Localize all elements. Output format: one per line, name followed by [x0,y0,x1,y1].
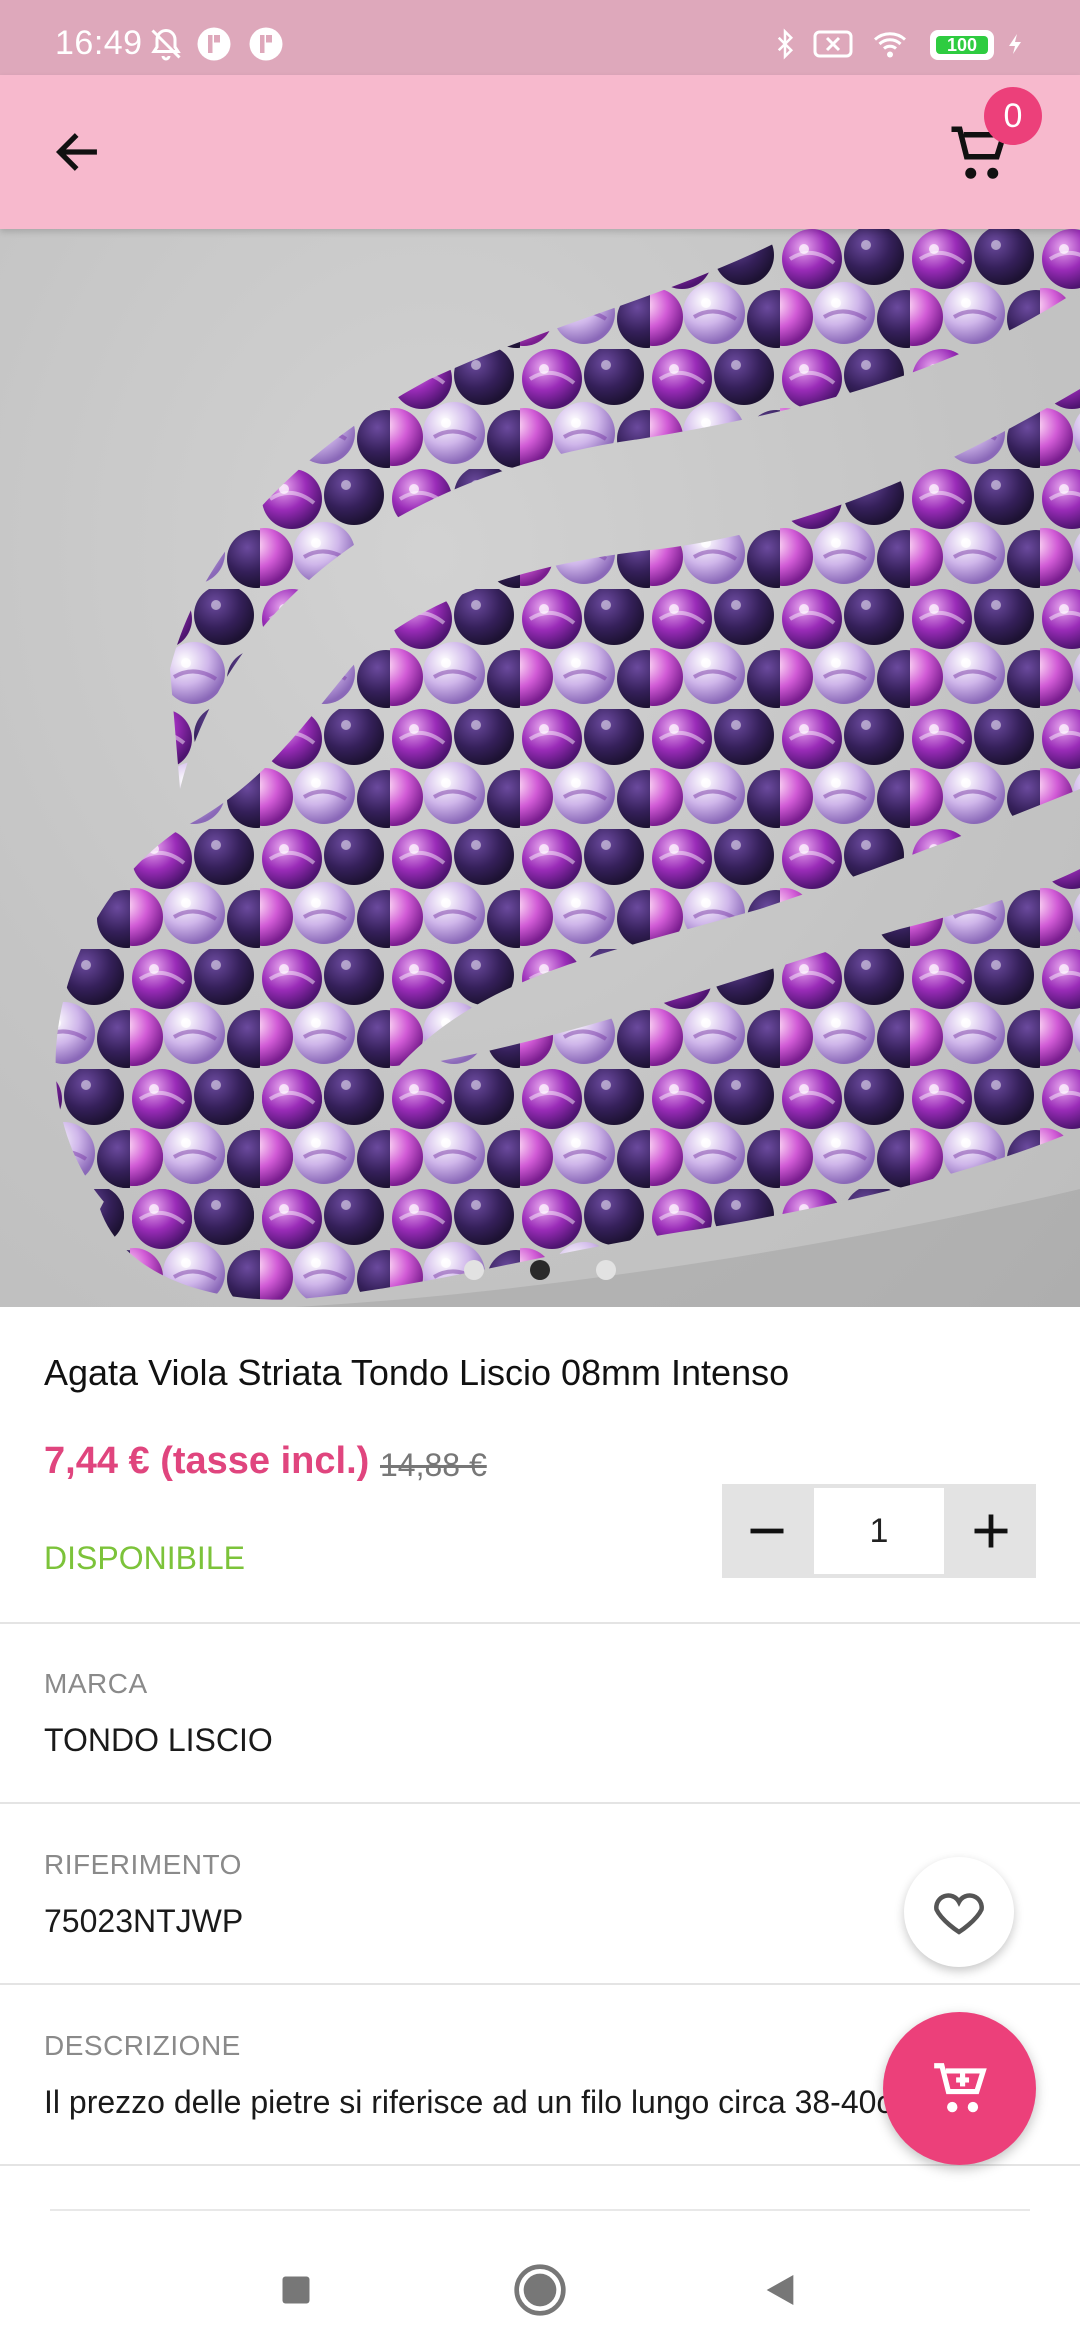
home-icon [514,2264,566,2316]
add-to-cart-button[interactable] [883,2012,1036,2165]
brand-value: TONDO LISCIO [44,1722,273,1758]
description-value: Il prezzo delle pietre si riferisce ad u… [44,2084,928,2120]
add-cart-icon [933,2062,987,2112]
app-bar: 0 [0,75,1080,229]
reference-value: 75023NTJWP [44,1903,244,1939]
pagination-dot-active[interactable] [530,1260,550,1280]
product-old-price: 14,88 € [380,1447,487,1483]
status-bar: 16:49 100 [0,0,1080,75]
quantity-stepper: 1 [722,1484,1036,1578]
back-icon [766,2275,794,2305]
heart-outline-icon [934,1893,984,1935]
divider [0,1983,1080,1985]
availability-status: DISPONIBILE [44,1540,245,1576]
back-button[interactable] [38,119,116,185]
brand-label: MARCA [44,1668,148,1699]
arrow-left-icon [55,133,97,171]
recents-icon [282,2276,310,2304]
product-price: 7,44 € (tasse incl.) [44,1440,370,1482]
divider [0,1802,1080,1804]
sim-x-icon [813,30,853,58]
system-nav-bar [0,2200,1080,2340]
favorite-button[interactable] [904,1857,1014,1967]
recents-button[interactable] [256,2250,336,2330]
quantity-input[interactable]: 1 [814,1488,944,1574]
cart-count-badge: 0 [984,87,1042,145]
wifi-icon [874,32,906,58]
home-button[interactable] [500,2250,580,2330]
product-title: Agata Viola Striata Tondo Liscio 08mm In… [44,1352,790,1393]
nav-back-button[interactable] [740,2250,820,2330]
divider [0,2164,1080,2166]
product-image[interactable] [0,229,1080,1307]
charging-icon [1009,34,1021,54]
description-label: DESCRIZIONE [44,2030,241,2061]
battery-icon: 100 [930,30,994,60]
product-photo [55,229,1080,1307]
plus-icon [974,1514,1008,1548]
app-icon [249,27,283,61]
minus-icon [750,1528,784,1534]
decrease-quantity-button[interactable] [722,1484,812,1578]
increase-quantity-button[interactable] [946,1484,1036,1578]
battery-level: 100 [936,36,988,54]
divider [0,1622,1080,1624]
reference-label: RIFERIMENTO [44,1849,242,1880]
status-time: 16:49 [55,24,143,62]
pagination-dot[interactable] [596,1260,616,1280]
bell-off-icon [151,28,181,61]
bluetooth-icon [777,28,794,60]
pagination-dot[interactable] [464,1260,484,1280]
nav-divider [50,2209,1030,2211]
gallery-pagination [0,1258,1080,1282]
app-icon [197,27,231,61]
